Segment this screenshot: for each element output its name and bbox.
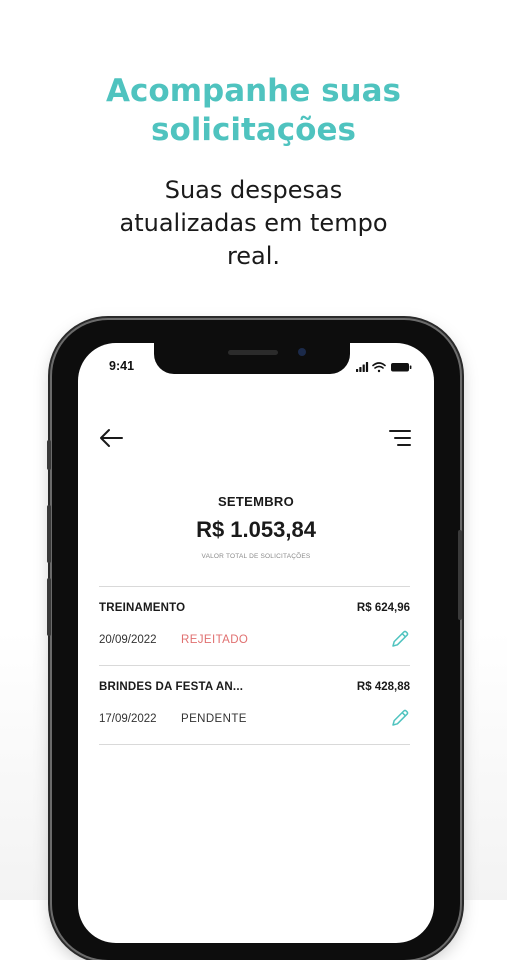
filter-menu-icon[interactable] (386, 427, 412, 449)
request-title: BRINDES DA FESTA AN... (99, 681, 244, 693)
total-amount: R$ 1.053,84 (196, 517, 316, 542)
promo-subline-line3: real. (226, 242, 281, 270)
speaker-grille (228, 350, 278, 355)
list-item[interactable]: BRINDES DA FESTA AN... R$ 428,88 17/09/2… (99, 665, 410, 745)
request-list: TREINAMENTO R$ 624,96 20/09/2022 REJEITA… (99, 586, 410, 745)
camera-icon (298, 348, 306, 356)
status-icons (356, 362, 412, 373)
total-caption: VALOR TOTAL DE SOLICITAÇÕES (201, 553, 311, 560)
request-amount: R$ 428,88 (356, 681, 410, 693)
request-title: TREINAMENTO (99, 602, 186, 614)
battery-icon (391, 363, 412, 372)
signal-icon (356, 362, 369, 372)
wifi-icon (372, 362, 386, 373)
phone-volume-down-button (47, 578, 51, 636)
status-badge: REJEITADO (181, 634, 249, 646)
request-date: 20/09/2022 (99, 634, 157, 646)
arrow-left-icon[interactable] (98, 427, 124, 449)
month-label: SETEMBRO (217, 494, 295, 509)
request-amount: R$ 624,96 (356, 602, 410, 614)
promo-headline-line1: Acompanhe suas (106, 73, 401, 109)
pencil-icon[interactable] (390, 629, 410, 649)
promo-headline: Acompanhe suas solicitações (0, 72, 507, 150)
pencil-icon[interactable] (390, 708, 410, 728)
promo-subline-line1: Suas despesas (164, 176, 343, 204)
promo-headline-line2: solicitações (151, 112, 356, 148)
phone-notch (154, 343, 350, 374)
phone-volume-up-button (47, 505, 51, 563)
phone-screen: 9:41 SETEMBRO R$ 1.053,84 VALOR TOTAL DE… (78, 343, 434, 943)
status-badge: PENDENTE (181, 713, 247, 725)
list-item[interactable]: TREINAMENTO R$ 624,96 20/09/2022 REJEITA… (99, 586, 410, 665)
phone-power-button (458, 530, 462, 620)
promo-subline: Suas despesas atualizadas em tempo real. (0, 174, 507, 273)
promo-subline-line2: atualizadas em tempo (119, 209, 388, 237)
phone-side-button (47, 440, 51, 470)
status-time: 9:41 (109, 359, 135, 373)
request-date: 17/09/2022 (99, 713, 157, 725)
